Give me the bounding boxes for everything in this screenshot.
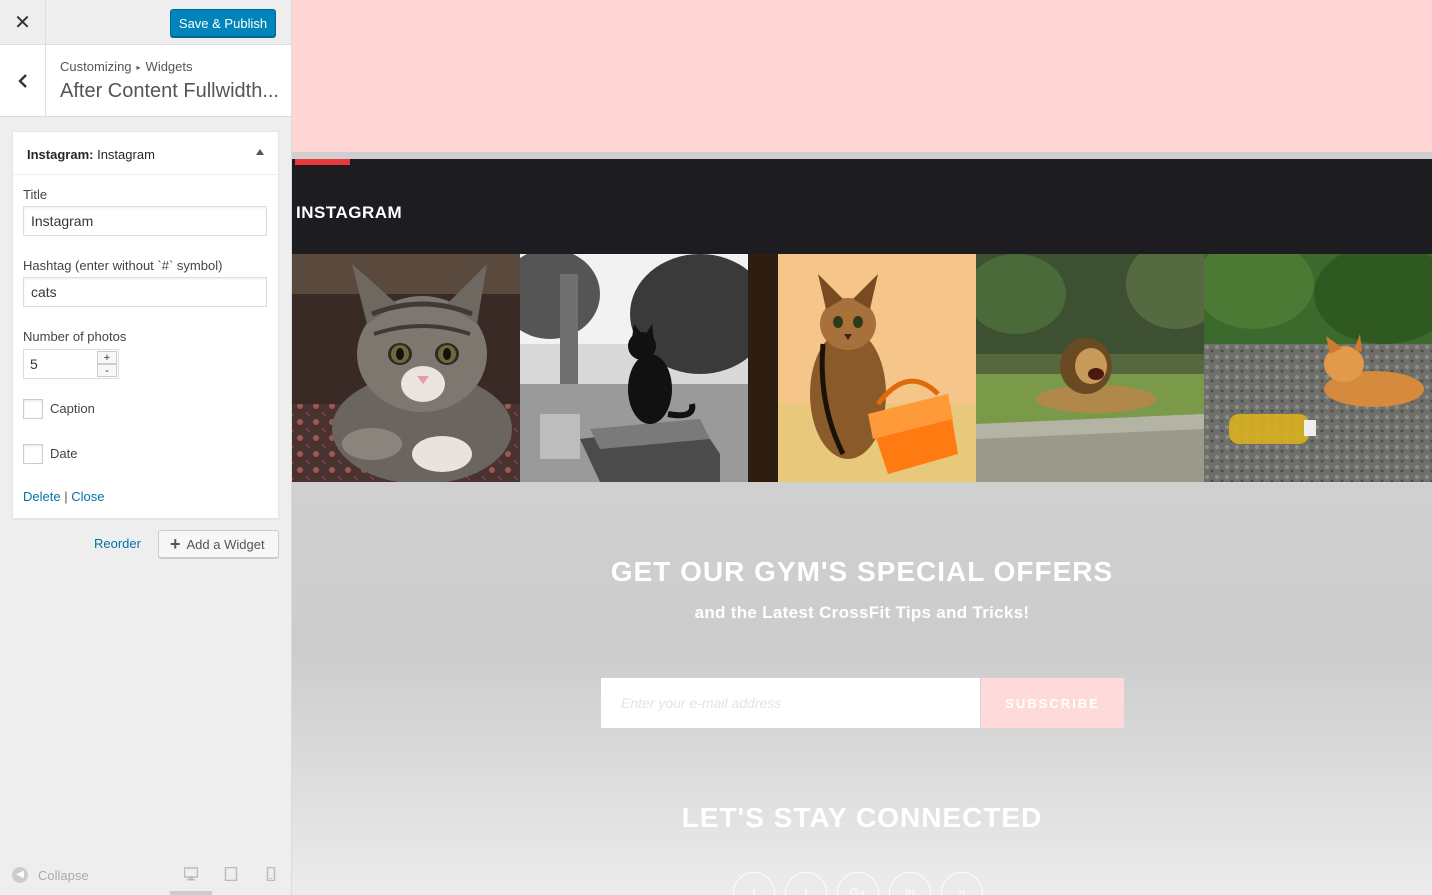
instagram-photo-2[interactable] (520, 254, 748, 482)
number-photos-label: Number of photos (23, 329, 127, 344)
instagram-photo-grid (292, 254, 1432, 482)
customizer-top-bar: ✕ Save & Publish (0, 0, 291, 45)
delete-link[interactable]: Delete (23, 489, 61, 504)
offer-subtitle: and the Latest CrossFit Tips and Tricks! (694, 603, 1030, 622)
close-link[interactable]: Close (71, 489, 104, 504)
number-photos-stepper: + - (23, 349, 119, 379)
caption-checkbox[interactable] (23, 399, 43, 419)
painted-cat-image (748, 254, 976, 482)
add-widget-button[interactable]: + Add a Widget (158, 530, 279, 558)
close-icon: ✕ (14, 11, 31, 34)
date-label: Date (50, 446, 78, 461)
chevron-left-icon (17, 73, 27, 88)
customizer-footer: ◀ Collapse (0, 849, 291, 895)
black-cat-image (520, 254, 748, 482)
add-widget-label: Add a Widget (186, 536, 265, 552)
save-publish-button[interactable]: Save & Publish (170, 9, 276, 37)
collapse-arrow-left-icon: ◀ (12, 867, 28, 883)
date-checkbox[interactable] (23, 444, 43, 464)
collapse-arrow-icon[interactable] (256, 149, 264, 155)
instagram-photo-1[interactable] (292, 254, 520, 482)
actions-divider: | (64, 489, 68, 504)
email-input[interactable] (601, 678, 980, 728)
widget-actions: Delete | Close (23, 489, 104, 504)
google-plus-icon[interactable]: G+ (837, 872, 879, 895)
close-customizer-button[interactable]: ✕ (0, 0, 46, 44)
instagram-title: INSTAGRAM (296, 203, 403, 222)
connected-title: LET'S STAY CONNECTED (681, 802, 1043, 833)
accent-bar (295, 159, 350, 165)
increment-icon[interactable]: + (97, 351, 117, 364)
plus-icon: + (170, 534, 181, 554)
breadcrumb-root: Customizing (60, 59, 132, 74)
title-input[interactable] (23, 206, 267, 236)
device-active-indicator (170, 891, 212, 895)
subscribe-button[interactable]: SUBSCRIBE (981, 678, 1124, 728)
lion-image (976, 254, 1204, 482)
title-field-label: Title (23, 187, 48, 202)
twitter-icon[interactable]: t (785, 872, 827, 895)
collapse-button[interactable]: ◀ Collapse (12, 867, 89, 883)
offer-title: GET OUR GYM'S SPECIAL OFFERS (610, 556, 1114, 587)
widget-instance-title: Instagram (97, 147, 155, 162)
social-links: f t G+ in p (733, 872, 983, 895)
widget-header[interactable]: Instagram: Instagram (13, 132, 278, 175)
instagram-photo-4[interactable] (976, 254, 1204, 482)
instagram-header-bar: INSTAGRAM (292, 159, 1432, 254)
widget-title: Instagram: Instagram (27, 147, 155, 162)
site-preview: INSTAGRAM GET OUR GYM'S SPECIAL OFFERS a… (292, 0, 1432, 895)
kitten-image (292, 254, 520, 482)
desktop-preview-icon[interactable] (184, 867, 198, 881)
reorder-link[interactable]: Reorder (94, 536, 141, 551)
tablet-preview-icon[interactable] (224, 867, 238, 881)
collapse-label: Collapse (38, 867, 89, 883)
pink-banner-area (292, 0, 1432, 152)
pinterest-icon[interactable]: p (941, 872, 983, 895)
caption-label: Caption (50, 401, 95, 416)
hashtag-field-label: Hashtag (enter without `#` symbol) (23, 258, 223, 273)
hashtag-input[interactable] (23, 277, 267, 307)
back-button[interactable] (0, 45, 46, 116)
widget-type-label: Instagram: (27, 147, 94, 162)
divider-strip (292, 152, 1432, 159)
mobile-preview-icon[interactable] (264, 867, 278, 881)
instagram-photo-3[interactable] (748, 254, 976, 482)
orange-cat-image (1204, 254, 1432, 482)
breadcrumb-separator-icon: ▸ (136, 63, 141, 72)
number-photos-input[interactable] (24, 350, 96, 378)
breadcrumb-current: Widgets (145, 59, 193, 74)
customizer-sidebar: ✕ Save & Publish Customizing ▸ Widgets Aft… (0, 0, 292, 895)
facebook-icon[interactable]: f (733, 872, 775, 895)
instagram-photo-5[interactable] (1204, 254, 1432, 482)
linkedin-icon[interactable]: in (889, 872, 931, 895)
breadcrumb: Customizing ▸ Widgets (60, 59, 193, 74)
section-header: Customizing ▸ Widgets After Content Fullwi… (0, 45, 291, 117)
section-title: After Content Fullwidth... (60, 80, 279, 102)
instagram-widget-panel: Instagram: Instagram Title Hashtag (ente… (12, 131, 279, 519)
decrement-icon[interactable]: - (97, 364, 117, 377)
